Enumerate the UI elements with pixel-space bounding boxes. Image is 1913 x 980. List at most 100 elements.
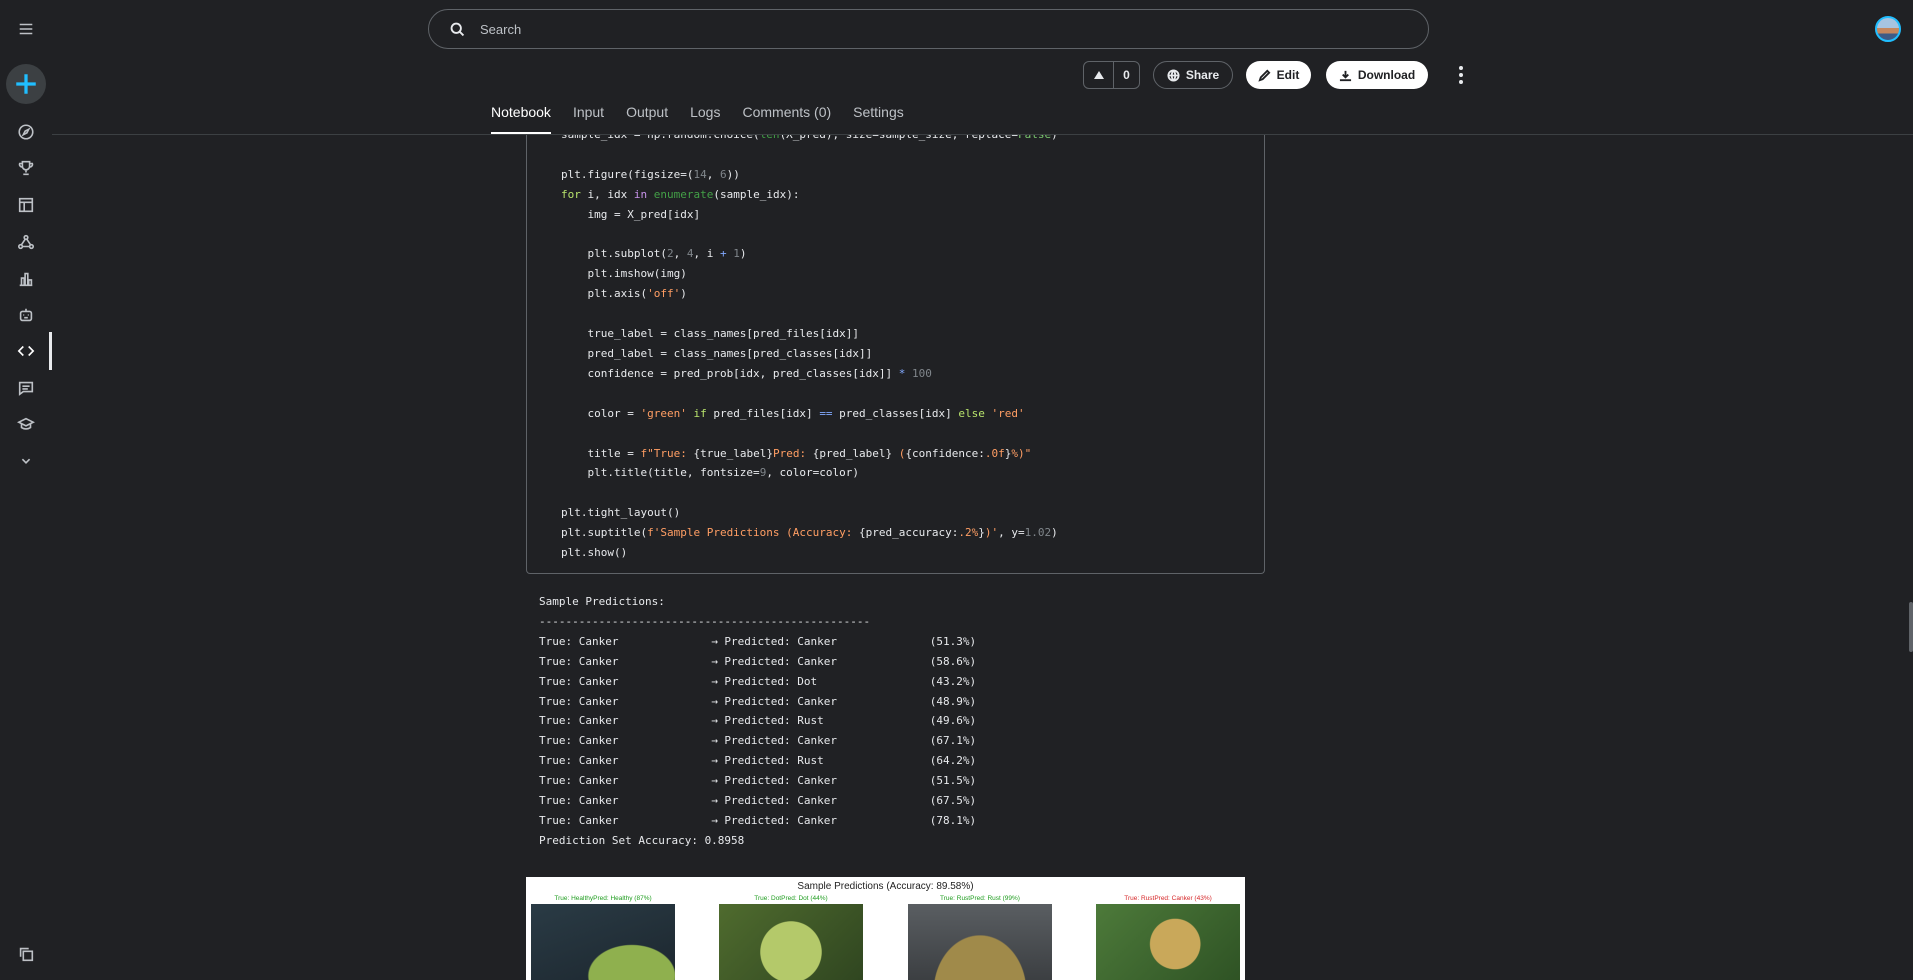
chevron-down-icon[interactable] xyxy=(10,445,42,477)
confidence: (43.2%) xyxy=(929,674,977,688)
download-icon xyxy=(1339,70,1351,81)
tab-input[interactable]: Input xyxy=(573,104,604,134)
tab-settings[interactable]: Settings xyxy=(853,104,904,134)
search-icon xyxy=(450,22,465,36)
predicted-label: → Predicted: Canker xyxy=(711,794,930,808)
download-label: Download xyxy=(1357,68,1416,82)
edit-label: Edit xyxy=(1276,68,1300,82)
predicted-label: → Predicted: Canker xyxy=(711,654,930,668)
confidence: (49.6%) xyxy=(929,714,977,728)
table-icon[interactable] xyxy=(10,189,42,221)
subplot: True: RustPred: Canker (43%) xyxy=(1096,895,1240,980)
user-avatar[interactable] xyxy=(1875,16,1901,42)
copy-icon[interactable] xyxy=(10,938,42,970)
tab-logs[interactable]: Logs xyxy=(690,104,720,134)
tab-comments[interactable]: Comments (0) xyxy=(742,104,831,134)
confidence: (51.3%) xyxy=(929,634,977,648)
output-accuracy: Prediction Set Accuracy: 0.8958 xyxy=(539,833,745,847)
output-header: Sample Predictions: xyxy=(539,595,665,608)
true-label: True: Canker xyxy=(539,813,712,827)
true-label: True: Canker xyxy=(539,734,712,748)
trophy-icon[interactable] xyxy=(10,152,42,184)
plus-icon xyxy=(16,74,36,94)
school-icon[interactable] xyxy=(10,408,42,440)
prediction-row: True: Canker → Predicted: Canker (67.1%) xyxy=(539,731,976,751)
download-button[interactable]: Download xyxy=(1326,61,1428,89)
subplot: True: DotPred: Dot (44%) xyxy=(719,895,863,980)
subplot-label: True: HealthyPred: Healthy (87%) xyxy=(554,895,652,902)
scrollbar-thumb[interactable] xyxy=(1909,602,1913,652)
search-bar[interactable]: Search xyxy=(428,9,1429,49)
predicted-label: → Predicted: Rust xyxy=(711,754,930,768)
true-label: True: Canker xyxy=(539,654,712,668)
create-button[interactable] xyxy=(6,64,46,104)
more-options-icon[interactable] xyxy=(1454,63,1468,87)
share-button[interactable]: Share xyxy=(1153,61,1233,89)
prediction-row: True: Canker → Predicted: Canker (51.3%) xyxy=(539,632,976,652)
globe-icon xyxy=(1167,68,1180,82)
predicted-label: → Predicted: Dot xyxy=(711,674,930,688)
prediction-row: True: Canker → Predicted: Canker (78.1%) xyxy=(539,811,976,831)
leaf-image xyxy=(1096,904,1240,980)
prediction-row: True: Canker → Predicted: Dot (43.2%) xyxy=(539,672,976,692)
true-label: True: Canker xyxy=(539,634,712,648)
share-label: Share xyxy=(1185,68,1220,82)
confidence: (67.1%) xyxy=(929,734,977,748)
edit-button[interactable]: Edit xyxy=(1246,61,1311,89)
code-icon[interactable] xyxy=(10,335,42,367)
leaf-image xyxy=(908,904,1052,980)
predicted-label: → Predicted: Rust xyxy=(711,714,930,728)
search-placeholder: Search xyxy=(480,21,522,37)
output-divider: ----------------------------------------… xyxy=(539,614,871,628)
confidence: (51.5%) xyxy=(929,774,977,788)
predicted-label: → Predicted: Canker xyxy=(711,774,930,788)
left-sidebar xyxy=(0,0,52,980)
prediction-rows: True: Canker → Predicted: Canker (51.3%)… xyxy=(539,632,976,831)
true-label: True: Canker xyxy=(539,714,712,728)
upvote-icon[interactable] xyxy=(1084,62,1114,88)
predicted-label: → Predicted: Canker xyxy=(711,734,930,748)
confidence: (78.1%) xyxy=(929,813,977,827)
code-cell[interactable]: sample_idx = np.random.choice(len(X_pred… xyxy=(526,135,1265,574)
leaf-image xyxy=(531,904,675,980)
true-label: True: Canker xyxy=(539,774,712,788)
prediction-row: True: Canker → Predicted: Canker (51.5%) xyxy=(539,771,976,791)
predicted-label: → Predicted: Canker xyxy=(711,634,930,648)
tab-notebook[interactable]: Notebook xyxy=(491,104,551,134)
robot-icon[interactable] xyxy=(10,299,42,331)
cell-output: Sample Predictions: --------------------… xyxy=(539,592,976,851)
comment-icon[interactable] xyxy=(10,372,42,404)
predicted-label: → Predicted: Canker xyxy=(711,694,930,708)
menu-icon[interactable] xyxy=(10,13,42,45)
true-label: True: Canker xyxy=(539,794,712,808)
confidence: (67.5%) xyxy=(929,794,977,808)
confidence: (58.6%) xyxy=(929,654,977,668)
compass-icon[interactable] xyxy=(10,116,42,148)
notebook-content: sample_idx = np.random.choice(len(X_pred… xyxy=(52,135,1913,980)
true-label: True: Canker xyxy=(539,754,712,768)
leaf-image xyxy=(719,904,863,980)
confidence: (64.2%) xyxy=(929,754,977,768)
prediction-row: True: Canker → Predicted: Canker (48.9%) xyxy=(539,692,976,712)
models-icon[interactable] xyxy=(10,226,42,258)
prediction-row: True: Canker → Predicted: Canker (58.6%) xyxy=(539,652,976,672)
subplot: True: HealthyPred: Healthy (87%) xyxy=(531,895,675,980)
prediction-figure: Sample Predictions (Accuracy: 89.58%) Tr… xyxy=(526,877,1245,980)
true-label: True: Canker xyxy=(539,694,712,708)
confidence: (48.9%) xyxy=(929,694,977,708)
vote-count: 0 xyxy=(1123,68,1130,82)
prediction-row: True: Canker → Predicted: Rust (49.6%) xyxy=(539,711,976,731)
prediction-row: True: Canker → Predicted: Rust (64.2%) xyxy=(539,751,976,771)
code-source: sample_idx = np.random.choice(len(X_pred… xyxy=(561,135,1058,560)
subplot: True: RustPred: Rust (99%) xyxy=(908,895,1052,980)
upvote-control[interactable]: 0 xyxy=(1083,61,1140,89)
notebook-tabs: Notebook Input Output Logs Comments (0) … xyxy=(491,104,926,134)
tab-output[interactable]: Output xyxy=(626,104,668,134)
subplot-label: True: RustPred: Canker (43%) xyxy=(1124,895,1212,902)
chart-icon[interactable] xyxy=(10,263,42,295)
subplot-label: True: DotPred: Dot (44%) xyxy=(754,895,828,902)
pencil-icon xyxy=(1258,69,1271,82)
subplot-label: True: RustPred: Rust (99%) xyxy=(940,895,1020,902)
prediction-row: True: Canker → Predicted: Canker (67.5%) xyxy=(539,791,976,811)
figure-title: Sample Predictions (Accuracy: 89.58%) xyxy=(797,881,974,892)
